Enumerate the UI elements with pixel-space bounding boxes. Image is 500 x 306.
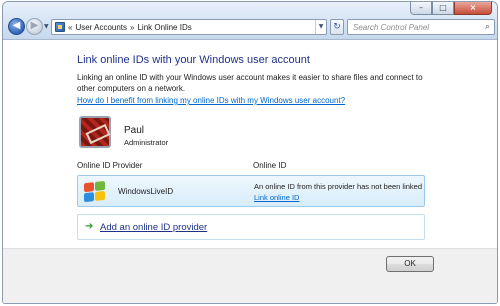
help-link[interactable]: How do I benefit from linking my online … <box>77 96 345 105</box>
search-box[interactable]: Search Control Panel ⌕ <box>347 19 495 35</box>
green-arrow-icon: ➔ <box>85 221 94 232</box>
main-content: Link online IDs with your Windows user a… <box>3 40 497 303</box>
refresh-button[interactable]: ↻ <box>330 19 344 35</box>
user-avatar <box>79 116 111 148</box>
refresh-icon: ↻ <box>333 22 341 32</box>
breadcrumb-separator[interactable]: » <box>127 23 137 32</box>
breadcrumb-user-accounts[interactable]: User Accounts <box>75 23 127 32</box>
page-description: Linking an online ID with your Windows u… <box>77 73 423 93</box>
add-provider-button[interactable]: ➔ Add an online ID provider <box>77 214 425 240</box>
provider-name: WindowsLiveID <box>118 187 174 196</box>
minimize-icon: – <box>419 3 423 12</box>
search-input[interactable]: Search Control Panel <box>353 23 429 32</box>
chevron-down-icon: ▼ <box>44 23 49 30</box>
address-dropdown[interactable]: ▼ <box>315 20 326 34</box>
forward-button[interactable]: ▶ <box>26 18 43 35</box>
link-status: An online ID from this provider has not … <box>254 182 423 191</box>
breadcrumb-overflow[interactable]: « <box>65 23 75 32</box>
footer-bar: OK <box>3 248 497 303</box>
column-header-provider: Online ID Provider <box>77 161 143 170</box>
maximize-button[interactable]: □ <box>432 2 454 15</box>
windows-live-logo-icon <box>84 180 106 203</box>
forward-arrow-icon: ▶ <box>30 20 39 31</box>
close-button[interactable]: × <box>454 2 492 15</box>
page-title: Link online IDs with your Windows user a… <box>77 54 310 66</box>
maximize-icon: □ <box>439 3 447 12</box>
recent-pages-dropdown[interactable]: ▼ <box>44 23 49 30</box>
window-controls: – □ × <box>410 2 492 15</box>
search-icon[interactable]: ⌕ <box>485 22 490 32</box>
provider-row[interactable]: WindowsLiveID An online ID from this pro… <box>77 175 425 207</box>
breadcrumb-link-online-ids[interactable]: Link Online IDs <box>137 23 191 32</box>
link-online-id-link[interactable]: Link online ID <box>254 193 299 202</box>
title-bar: – □ × ◀ ▶ ▼ « User Accounts » Link Onlin… <box>3 2 497 40</box>
user-role: Administrator <box>124 138 169 147</box>
user-name: Paul <box>124 125 145 136</box>
back-button[interactable]: ◀ <box>8 18 25 35</box>
close-icon: × <box>469 3 477 12</box>
back-arrow-icon: ◀ <box>12 20 21 31</box>
add-provider-label[interactable]: Add an online ID provider <box>100 222 207 233</box>
control-panel-icon <box>55 22 65 32</box>
ok-button[interactable]: OK <box>386 256 434 272</box>
window: – □ × ◀ ▶ ▼ « User Accounts » Link Onlin… <box>2 1 498 304</box>
address-bar[interactable]: « User Accounts » Link Online IDs ▼ <box>51 19 327 35</box>
chevron-down-icon: ▼ <box>318 23 324 30</box>
column-header-online-id: Online ID <box>253 161 287 170</box>
minimize-button[interactable]: – <box>410 2 432 15</box>
